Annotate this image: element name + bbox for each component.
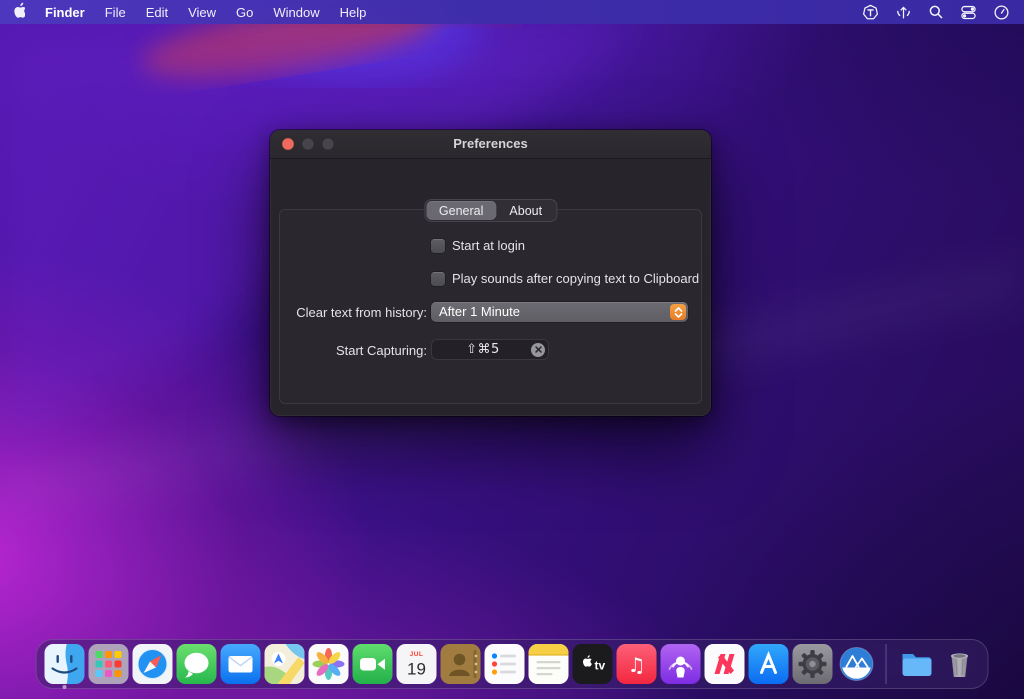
dock-finder[interactable] — [45, 644, 85, 684]
menu-bar-status-area — [862, 4, 1010, 21]
dock-launchpad[interactable] — [89, 644, 129, 684]
start-at-login-checkbox[interactable] — [431, 239, 445, 253]
dock-contacts[interactable] — [441, 644, 481, 684]
dock-tv[interactable]: tv — [573, 644, 613, 684]
dock-safari[interactable] — [133, 644, 173, 684]
shortcut-value: ⇧⌘5 — [466, 342, 514, 357]
preferences-window: Preferences General About Start at login… — [270, 130, 711, 416]
clear-history-value: After 1 Minute — [439, 304, 520, 319]
start-at-login-row: Start at login — [431, 238, 525, 253]
dock-separator — [886, 644, 887, 684]
menu-bar: Finder File Edit View Go Window Help — [0, 0, 1024, 24]
clear-shortcut-button[interactable] — [531, 343, 545, 357]
menu-item-help[interactable]: Help — [340, 5, 367, 20]
dock-facetime[interactable] — [353, 644, 393, 684]
menu-item-file[interactable]: File — [105, 5, 126, 20]
start-at-login-label[interactable]: Start at login — [452, 238, 525, 253]
dock-appstore[interactable] — [749, 644, 789, 684]
tab-bar: General About — [424, 199, 557, 222]
tab-about[interactable]: About — [496, 201, 555, 220]
dock-photos[interactable] — [309, 644, 349, 684]
finder-running-indicator — [63, 685, 67, 689]
dock-system-preferences[interactable] — [793, 644, 833, 684]
apple-logo-icon — [11, 2, 25, 19]
dock-music[interactable]: ♫ — [617, 644, 657, 684]
calendar-day: 19 — [407, 660, 426, 679]
tab-general[interactable]: General — [426, 201, 496, 220]
window-title: Preferences — [270, 130, 711, 158]
close-button[interactable] — [282, 138, 294, 150]
start-capturing-label: Start Capturing: — [270, 343, 427, 358]
dock-capture-app[interactable] — [837, 644, 877, 684]
play-sounds-row: Play sounds after copying text to Clipbo… — [431, 271, 699, 286]
menu-item-window[interactable]: Window — [273, 5, 319, 20]
clock-icon[interactable] — [993, 4, 1010, 21]
menu-item-view[interactable]: View — [188, 5, 216, 20]
menu-bar-left: Finder File Edit View Go Window Help — [11, 2, 366, 22]
clear-x-icon — [535, 346, 542, 353]
dock-downloads-folder[interactable] — [896, 644, 936, 684]
dock-reminders[interactable] — [485, 644, 525, 684]
traffic-lights — [282, 138, 334, 150]
menu-item-finder[interactable]: Finder — [45, 5, 85, 20]
dock-podcasts[interactable] — [661, 644, 701, 684]
menu-item-edit[interactable]: Edit — [146, 5, 168, 20]
dock-maps[interactable] — [265, 644, 305, 684]
minimize-button[interactable] — [302, 138, 314, 150]
dock-news[interactable] — [705, 644, 745, 684]
svg-text:♫: ♫ — [628, 653, 646, 677]
play-sounds-label[interactable]: Play sounds after copying text to Clipbo… — [452, 271, 699, 286]
clear-history-label: Clear text from history: — [270, 305, 427, 320]
menu-item-go[interactable]: Go — [236, 5, 253, 20]
zoom-button[interactable] — [322, 138, 334, 150]
dock: JUL 19 tv ♫ — [36, 639, 989, 689]
apple-menu[interactable] — [11, 2, 25, 22]
window-body: General About Start at login Play sounds… — [270, 159, 711, 416]
dock-trash[interactable] — [940, 644, 980, 684]
calendar-month: JUL — [410, 651, 424, 658]
desktop: Finder File Edit View Go Window Help — [0, 0, 1024, 699]
dock-messages[interactable] — [177, 644, 217, 684]
control-center-icon[interactable] — [960, 4, 977, 21]
dock-notes[interactable] — [529, 644, 569, 684]
shortcut-recorder-field[interactable]: ⇧⌘5 — [431, 339, 549, 360]
dock-mail[interactable] — [221, 644, 261, 684]
window-titlebar[interactable]: Preferences — [270, 130, 711, 159]
svg-text:tv: tv — [595, 659, 606, 673]
wireless-icon[interactable] — [895, 4, 912, 21]
clear-history-dropdown[interactable]: After 1 Minute — [431, 302, 688, 322]
spotlight-search-icon[interactable] — [928, 4, 944, 20]
dropdown-stepper-icon — [670, 304, 686, 320]
play-sounds-checkbox[interactable] — [431, 272, 445, 286]
dock-calendar[interactable]: JUL 19 — [397, 644, 437, 684]
app-badge-icon[interactable] — [862, 4, 879, 21]
